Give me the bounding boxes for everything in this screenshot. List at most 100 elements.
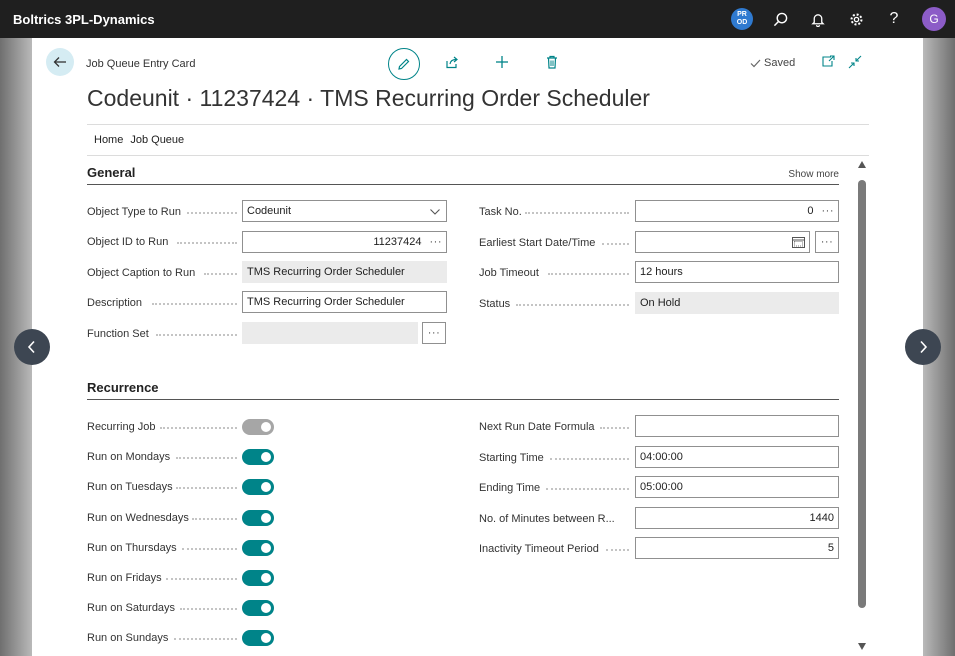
action-bar: Home Job Queue (87, 124, 869, 156)
env-badge-bottom: OD (736, 19, 748, 26)
leader-dots (180, 608, 237, 610)
notifications-bell-icon[interactable] (799, 0, 837, 38)
avatar-initial: G (922, 7, 946, 31)
chevron-right-icon (920, 340, 928, 354)
run-mondays-toggle[interactable] (242, 449, 274, 465)
leader-dots (516, 304, 629, 306)
object-id-lookup-icon[interactable]: ··· (430, 236, 443, 248)
tab-job-queue[interactable]: Job Queue (130, 134, 184, 146)
collapse-button[interactable] (848, 55, 862, 69)
vertical-scrollbar-thumb[interactable] (858, 180, 866, 608)
show-more-link[interactable]: Show more (788, 169, 839, 180)
description-label: Description (87, 297, 143, 309)
tab-home[interactable]: Home (94, 134, 123, 146)
trash-icon (547, 55, 557, 69)
description-value: TMS Recurring Order Scheduler (247, 296, 405, 308)
minutes-between-runs-label: No. of Minutes between R... (479, 513, 615, 525)
leader-dots (176, 457, 237, 459)
earliest-start-input[interactable] (635, 231, 810, 253)
run-fridays-toggle[interactable] (242, 570, 274, 586)
status-value: On Hold (640, 297, 681, 309)
leader-dots (600, 427, 629, 429)
leader-dots (546, 488, 629, 490)
leader-dots (160, 427, 237, 429)
edit-button[interactable] (388, 48, 420, 80)
leader-dots (204, 273, 237, 275)
checkmark-icon (750, 59, 761, 67)
inactivity-timeout-input[interactable]: 5 (635, 537, 839, 559)
job-queue-entry-card: Job Queue Entry Card Saved Codeunit · 11… (32, 38, 923, 656)
env-badge-top: PR (737, 11, 747, 18)
app-title[interactable]: Boltrics 3PL-Dynamics (13, 12, 155, 27)
next-run-formula-input[interactable] (635, 415, 839, 437)
leader-dots (550, 458, 629, 460)
back-button[interactable] (46, 48, 74, 76)
scroll-down-arrow-icon[interactable] (857, 641, 867, 651)
object-caption-field: TMS Recurring Order Scheduler (242, 261, 447, 283)
leader-dots (548, 273, 629, 275)
description-input[interactable]: TMS Recurring Order Scheduler (242, 291, 447, 313)
earliest-start-lookup-button[interactable]: ··· (815, 231, 839, 253)
scroll-up-arrow-icon[interactable] (857, 160, 867, 170)
function-set-lookup-button[interactable]: ··· (422, 322, 446, 344)
run-saturdays-toggle[interactable] (242, 600, 274, 616)
general-section-title[interactable]: General (87, 165, 135, 180)
run-thursdays-label: Run on Thursdays (87, 542, 177, 554)
open-in-new-window-button[interactable] (822, 55, 835, 67)
leader-dots (602, 243, 629, 245)
inactivity-timeout-label: Inactivity Timeout Period (479, 543, 599, 555)
general-section-header[interactable]: General Show more (87, 165, 839, 185)
run-mondays-label: Run on Mondays (87, 451, 171, 463)
leader-dots (166, 578, 237, 580)
leader-dots (606, 549, 629, 551)
recurrence-section-title[interactable]: Recurrence (87, 380, 159, 395)
leader-dots (156, 334, 237, 336)
object-id-input[interactable]: 11237424 ··· (242, 231, 447, 253)
arrow-left-icon (53, 57, 66, 67)
run-sundays-toggle[interactable] (242, 630, 274, 646)
minutes-between-runs-input[interactable]: 1440 (635, 507, 839, 529)
calendar-icon (792, 237, 805, 248)
task-no-input[interactable]: 0 ··· (635, 200, 839, 222)
saved-status: Saved (750, 57, 795, 69)
run-thursdays-toggle[interactable] (242, 540, 274, 556)
leader-dots (192, 518, 237, 520)
new-button[interactable] (494, 50, 510, 74)
chevron-down-icon (430, 209, 440, 215)
plus-icon (496, 56, 508, 68)
next-run-formula-label: Next Run Date Formula (479, 421, 595, 433)
task-no-lookup-icon[interactable]: ··· (822, 205, 835, 217)
task-no-value: 0 (807, 205, 814, 217)
starting-time-input[interactable]: 04:00:00 (635, 446, 839, 468)
status-label: Status (479, 298, 511, 310)
ending-time-label: Ending Time (479, 482, 541, 494)
page-title: Codeunit · 11237424 · TMS Recurring Orde… (87, 85, 650, 111)
job-timeout-input[interactable]: 12 hours (635, 261, 839, 283)
recurrence-section-header[interactable]: Recurrence (87, 380, 839, 400)
previous-record-button[interactable] (14, 329, 50, 365)
starting-time-value: 04:00:00 (640, 451, 683, 463)
next-record-button[interactable] (905, 329, 941, 365)
share-icon (445, 56, 458, 69)
run-wednesdays-label: Run on Wednesdays (87, 512, 189, 524)
delete-button[interactable] (544, 50, 560, 74)
environment-badge[interactable]: PR OD (723, 0, 761, 38)
search-icon[interactable] (761, 0, 799, 38)
settings-gear-icon[interactable] (837, 0, 875, 38)
run-wednesdays-toggle[interactable] (242, 510, 274, 526)
function-set-field (242, 322, 418, 344)
run-tuesdays-label: Run on Tuesdays (87, 481, 173, 493)
object-type-select[interactable]: Codeunit (242, 200, 447, 222)
object-type-value: Codeunit (247, 205, 292, 217)
share-button[interactable] (444, 50, 460, 74)
chevron-left-icon (27, 340, 35, 354)
user-avatar[interactable]: G (913, 0, 955, 38)
help-icon[interactable]: ? (875, 0, 913, 38)
ending-time-input[interactable]: 05:00:00 (635, 476, 839, 498)
run-tuesdays-toggle[interactable] (242, 479, 274, 495)
object-caption-label: Object Caption to Run (87, 267, 196, 279)
leader-dots (182, 548, 237, 550)
collapse-icon (848, 55, 862, 69)
object-caption-value: TMS Recurring Order Scheduler (247, 266, 405, 278)
leader-dots (187, 212, 237, 214)
